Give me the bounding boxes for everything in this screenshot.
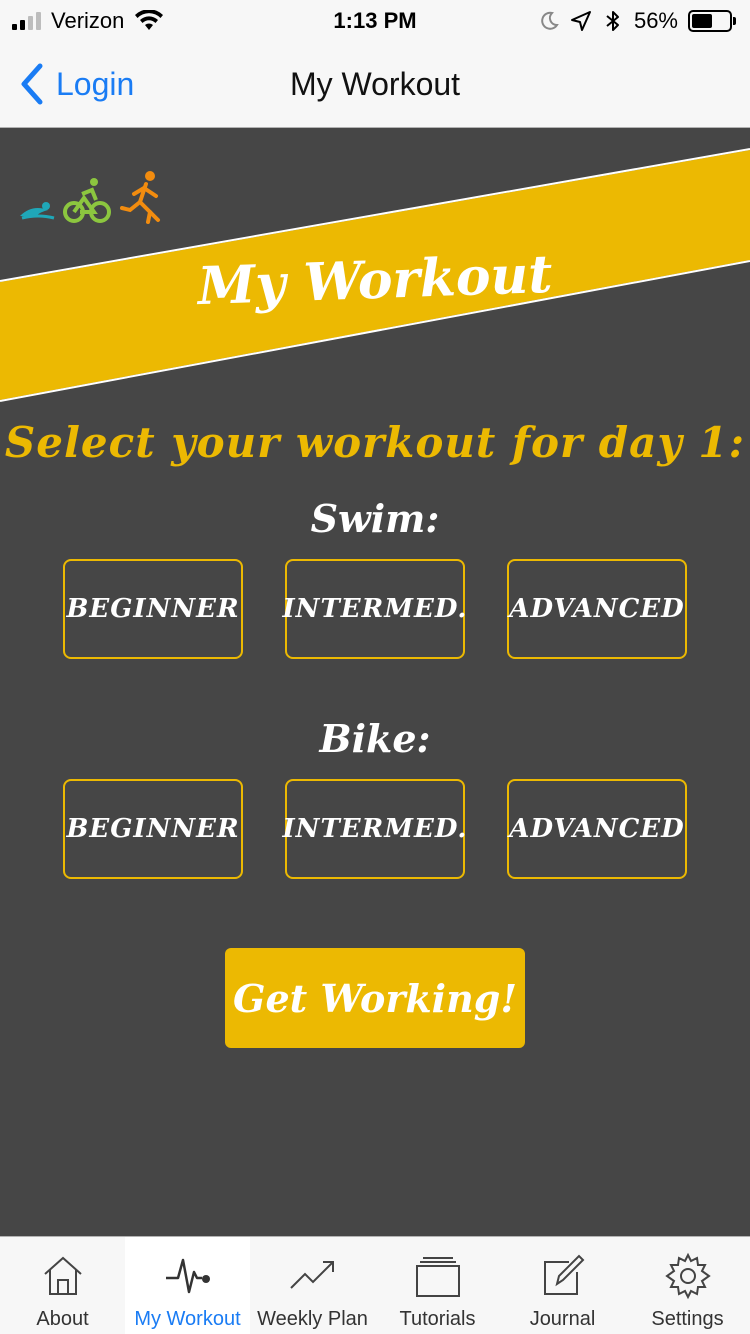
bike-advanced-button[interactable]: ADVANCED [507, 779, 687, 879]
bluetooth-icon [606, 11, 619, 31]
swim-label: Swim: [310, 496, 440, 541]
edit-icon [543, 1254, 584, 1295]
swim-icon [20, 202, 55, 220]
workout-content: My Workout Select your workout for day 1… [0, 128, 750, 1236]
tab-label: Journal [529, 1308, 596, 1330]
bike-beginner-button[interactable]: BEGINNER [63, 779, 243, 879]
moon-icon [541, 11, 559, 30]
tab-label: About [36, 1308, 89, 1330]
tab-label: Settings [651, 1308, 724, 1330]
tab-about[interactable]: About [0, 1237, 125, 1334]
battery-level-fill [692, 14, 713, 28]
run-icon [120, 171, 160, 224]
page-title: My Workout [289, 66, 461, 102]
tab-my-workout[interactable]: My Workout [125, 1237, 250, 1334]
pulse-icon [165, 1258, 210, 1294]
house-icon [43, 1256, 82, 1295]
tab-settings[interactable]: Settings [625, 1237, 750, 1334]
tab-label: Tutorials [399, 1308, 476, 1330]
tab-bar: About My Workout Weekly Plan Tutorials J… [0, 1236, 750, 1334]
tab-weekly-plan[interactable]: Weekly Plan [250, 1237, 375, 1334]
tab-label: Weekly Plan [257, 1308, 368, 1330]
select-workout-heading: Select your workout for day 1: [4, 418, 746, 467]
location-icon [570, 11, 591, 31]
status-right: 56% [538, 8, 736, 34]
swim-intermediate-button[interactable]: INTERMED. [283, 559, 467, 659]
tab-journal[interactable]: Journal [500, 1237, 625, 1334]
stack-icon [415, 1257, 460, 1297]
bike-label: Bike: [319, 716, 431, 761]
bike-icon [63, 178, 111, 223]
battery-percent: 56% [633, 8, 678, 33]
bike-level-options: BEGINNER INTERMED. ADVANCED [63, 779, 687, 879]
get-working-button[interactable]: Get Working! [225, 948, 525, 1048]
trend-icon [289, 1261, 334, 1289]
triathlon-logo [20, 171, 160, 224]
swim-advanced-button[interactable]: ADVANCED [507, 559, 687, 659]
status-bar: Verizon 1:13 PM 56% [0, 0, 750, 40]
tab-tutorials[interactable]: Tutorials [375, 1237, 500, 1334]
swim-level-options: BEGINNER INTERMED. ADVANCED [63, 559, 687, 659]
tab-label: My Workout [134, 1308, 241, 1330]
navigation-bar: Login My Workout [0, 40, 750, 128]
swim-beginner-button[interactable]: BEGINNER [63, 559, 243, 659]
gear-icon [664, 1252, 711, 1300]
bike-intermediate-button[interactable]: INTERMED. [283, 779, 467, 879]
battery-icon [688, 10, 736, 32]
